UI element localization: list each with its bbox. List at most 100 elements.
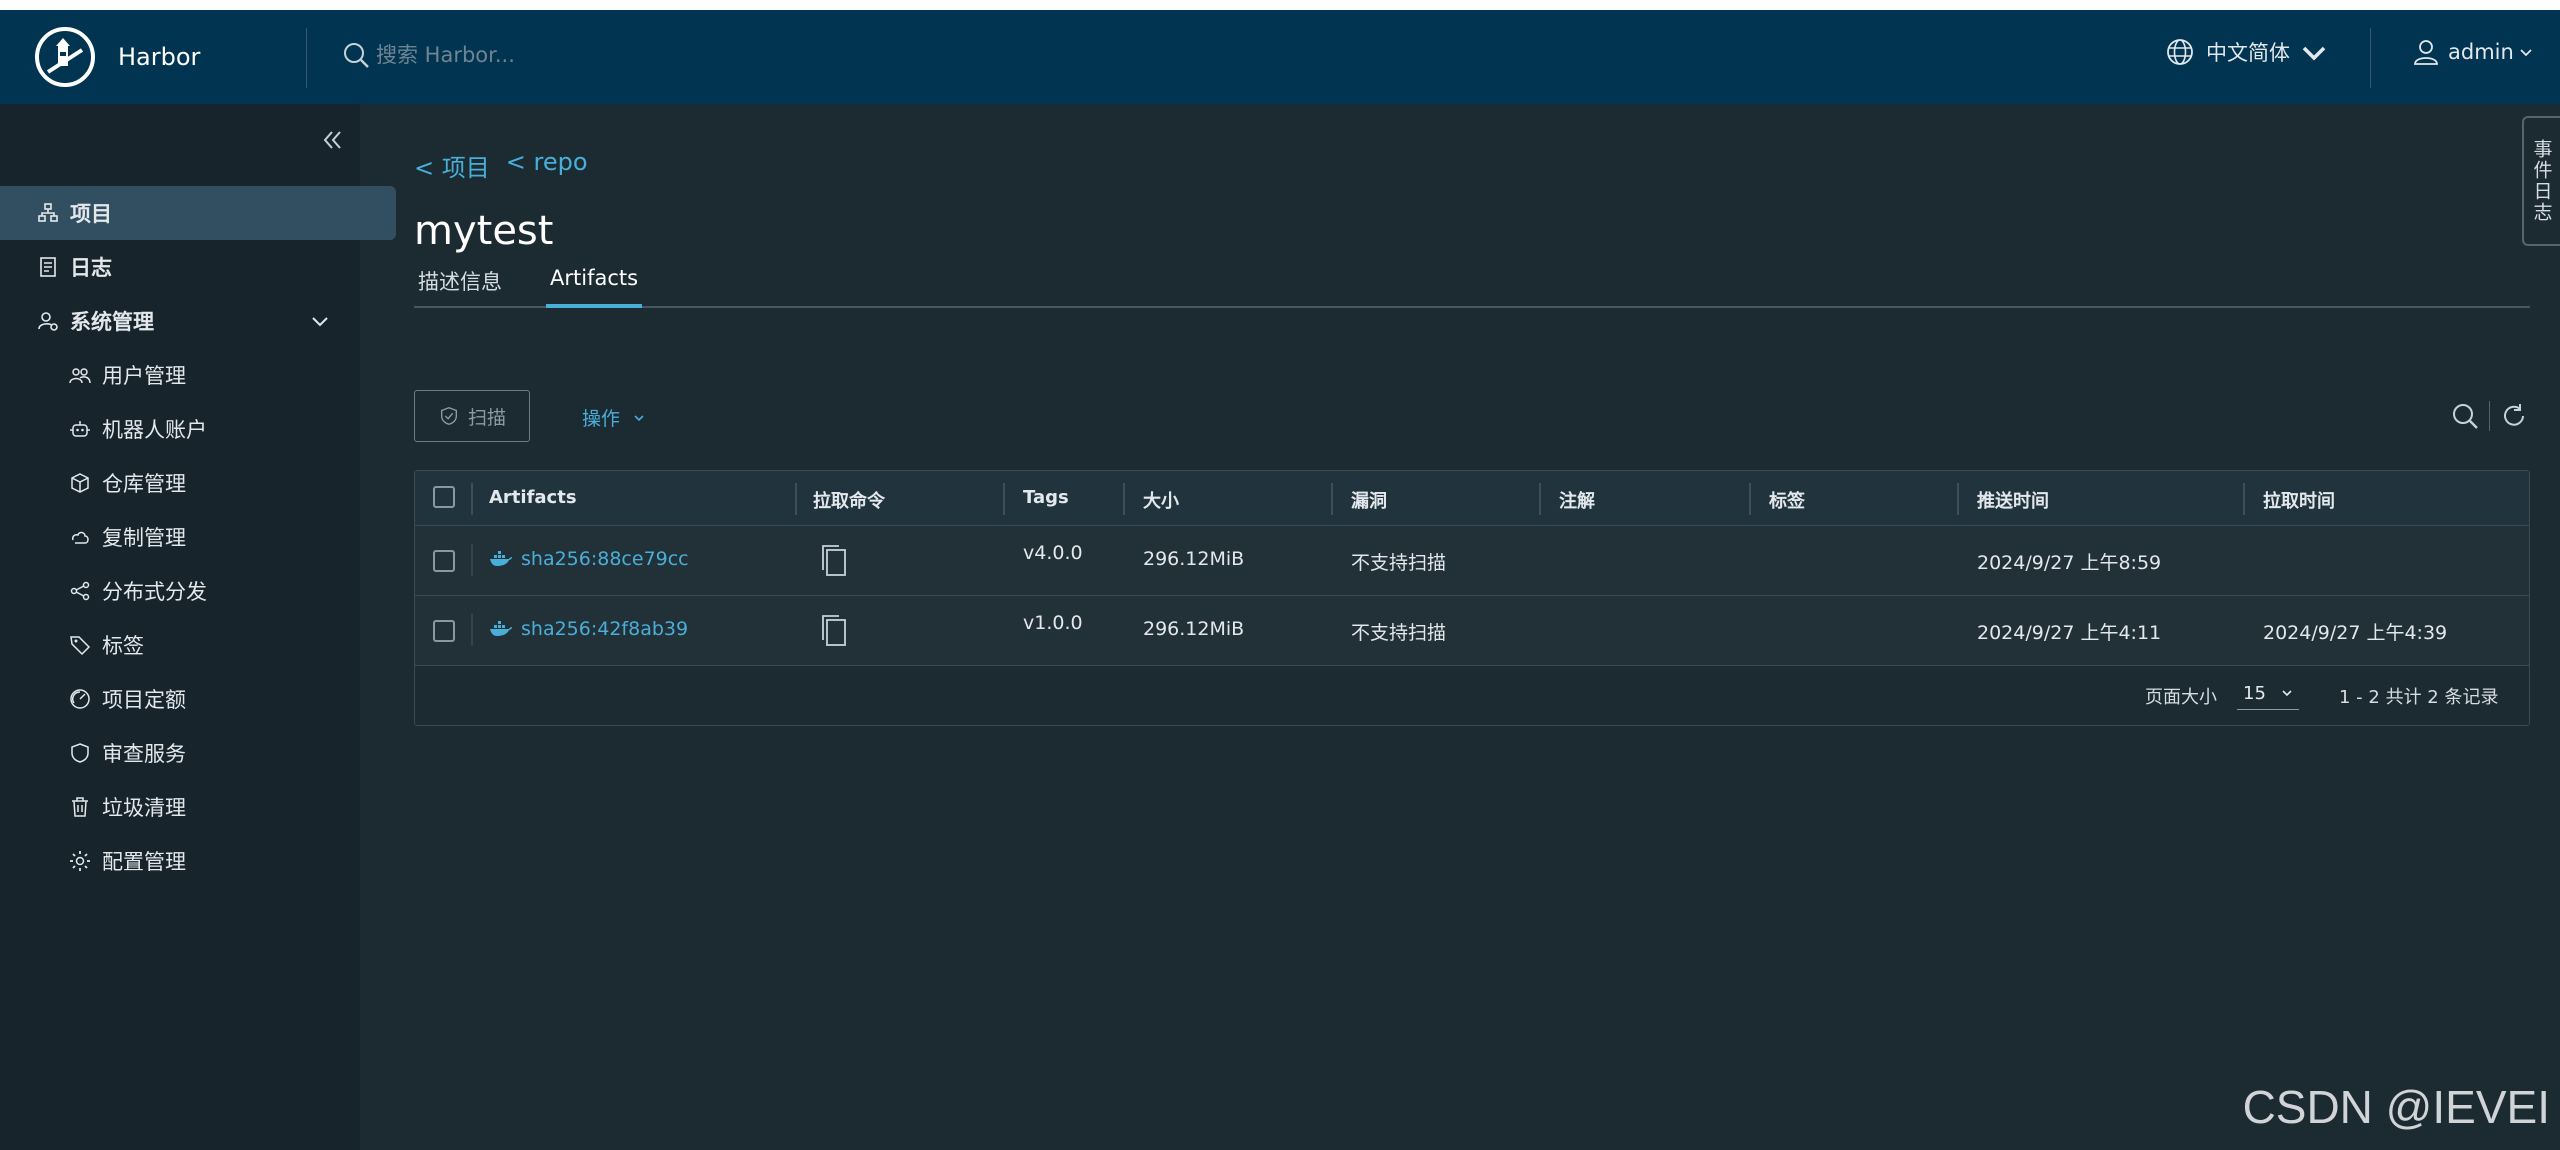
column-header-tags[interactable]: Tags [1023,487,1069,508]
column-separator[interactable] [1749,483,1751,515]
quota-icon [70,689,90,709]
column-header-size[interactable]: 大小 [1143,487,1179,513]
sidebar-item-garbage-collection[interactable]: 垃圾清理 [0,780,360,834]
sidebar-item-registries[interactable]: 仓库管理 [0,456,360,510]
tag-icon [70,636,91,656]
sidebar-item-label: 日志 [70,256,112,280]
column-separator[interactable] [1123,483,1125,515]
chevron-down-icon [2302,46,2326,61]
tab-artifacts[interactable]: Artifacts [546,266,643,308]
column-header-vulnerabilities[interactable]: 漏洞 [1351,487,1387,513]
scan-button[interactable]: 扫描 [414,390,530,442]
column-header-pull-command[interactable]: 拉取命令 [813,487,885,513]
docker-icon [490,621,512,636]
brand-name: Harbor [118,43,201,71]
page-size-value: 15 [2243,682,2266,704]
breadcrumb-repo-link[interactable]: < repo [506,148,588,183]
copy-pull-command-icon[interactable] [819,614,849,648]
column-header-push-time[interactable]: 推送时间 [1977,487,2049,513]
artifact-vulnerabilities: 不支持扫描 [1351,552,1447,574]
table-header: Artifacts 拉取命令 Tags 大小 漏洞 注解 标签 推送时间 拉取时… [415,471,2529,526]
sidebar-item-distributions[interactable]: 分布式分发 [0,564,360,618]
column-separator[interactable] [1957,483,1959,515]
language-selector[interactable]: 中文简体 [2164,36,2340,68]
artifact-digest: sha256:42f8ab39 [521,618,689,640]
username: admin [2448,40,2514,64]
sidebar-item-logs[interactable]: 日志 [0,240,360,294]
row-checkbox[interactable] [433,620,455,642]
artifact-push-time: 2024/9/27 上午4:11 [1977,622,2162,644]
harbor-logo-icon [35,27,95,87]
column-header-labels[interactable]: 标签 [1769,487,1805,513]
user-icon [2414,40,2438,65]
sidebar-item-label: 用户管理 [102,364,186,388]
sidebar-item-configuration[interactable]: 配置管理 [0,834,360,888]
row-checkbox[interactable] [433,550,455,572]
search-icon[interactable] [2449,400,2481,432]
sidebar-item-label: 分布式分发 [102,580,207,604]
column-separator[interactable] [795,483,797,515]
top-header: Harbor 中文简体 admin [0,10,2560,104]
header-divider [2370,28,2371,88]
docker-icon [490,551,512,566]
actions-dropdown[interactable]: 操作 [582,404,646,431]
copy-pull-command-icon[interactable] [819,544,849,578]
tab-description[interactable]: 描述信息 [414,266,506,304]
share-icon [70,581,90,601]
sidebar-item-projects[interactable]: 项目 [0,186,396,240]
column-separator[interactable] [1003,483,1005,515]
chevron-down-icon [2520,49,2532,57]
page-size-select[interactable]: 15 [2237,677,2299,710]
breadcrumb: < 项目 < repo [414,148,588,183]
search-icon [344,43,369,68]
sidebar-item-label: 标签 [102,634,144,658]
chevron-down-icon [312,317,328,327]
page-title: mytest [414,208,554,254]
collapse-sidebar-icon[interactable] [318,126,346,154]
artifact-tags[interactable]: v1.0.0 [1023,612,1083,634]
sidebar-item-label: 复制管理 [102,526,186,550]
column-separator[interactable] [2243,483,2245,515]
header-divider [306,28,307,88]
sidebar-item-label: 仓库管理 [102,472,186,496]
sidebar-item-replications[interactable]: 复制管理 [0,510,360,564]
sidebar-item-interrogation-services[interactable]: 审查服务 [0,726,360,780]
toolbar: 扫描 操作 [414,390,2530,444]
gear-icon [70,851,90,871]
artifact-link[interactable]: sha256:42f8ab39 [489,618,688,640]
table-row[interactable]: sha256:88ce79cc v4.0.0 296.12MiB 不支持扫描 2… [415,526,2529,596]
column-header-pull-time[interactable]: 拉取时间 [2263,487,2335,513]
sidebar: 项目 日志 系统管理 用户管理 机器人账户 仓库管理 复制管理 分布式分发 标签… [0,104,396,1150]
chevron-down-icon [2282,690,2292,697]
sidebar-item-users[interactable]: 用户管理 [0,348,360,402]
artifact-size: 296.12MiB [1143,548,1245,570]
sidebar-item-project-quotas[interactable]: 项目定额 [0,672,360,726]
user-menu[interactable]: admin [2410,36,2534,68]
toolbar-right [2449,400,2530,432]
table-row[interactable]: sha256:42f8ab39 v1.0.0 296.12MiB 不支持扫描 2… [415,596,2529,666]
event-log-tab[interactable]: 事件日志 [2522,116,2560,246]
globe-icon [2167,39,2193,65]
breadcrumb-projects-link[interactable]: < 项目 [414,148,490,183]
artifact-link[interactable]: sha256:88ce79cc [489,548,689,570]
search-input[interactable] [374,36,878,74]
sidebar-item-system-admin[interactable]: 系统管理 [0,294,360,348]
column-header-annotations[interactable]: 注解 [1559,487,1595,513]
shield-icon [71,743,89,763]
column-separator[interactable] [1331,483,1333,515]
refresh-icon[interactable] [2498,400,2530,432]
column-header-artifacts[interactable]: Artifacts [489,487,577,508]
shield-check-icon [440,407,458,425]
column-separator [471,483,473,515]
robot-icon [70,421,90,437]
chevron-down-icon [634,414,644,421]
sidebar-item-robot-accounts[interactable]: 机器人账户 [0,402,360,456]
brand[interactable]: Harbor [0,10,306,104]
global-search [340,36,878,74]
artifact-tags[interactable]: v4.0.0 [1023,542,1083,564]
sidebar-item-labels[interactable]: 标签 [0,618,360,672]
artifacts-table: Artifacts 拉取命令 Tags 大小 漏洞 注解 标签 推送时间 拉取时… [414,470,2530,726]
select-all-checkbox[interactable] [433,486,455,508]
column-separator[interactable] [1539,483,1541,515]
artifact-size: 296.12MiB [1143,618,1245,640]
